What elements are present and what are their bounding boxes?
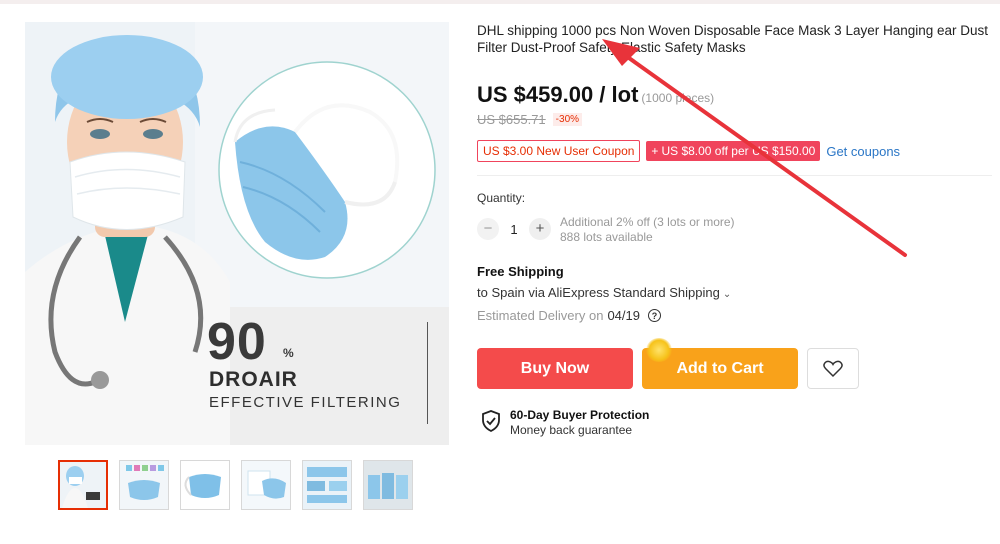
promo-subtitle: EFFECTIVE FILTERING xyxy=(209,394,402,411)
plus-icon: + xyxy=(651,144,659,158)
lots-available: 888 lots available xyxy=(560,230,653,244)
thumbnail-strip xyxy=(58,460,413,510)
shield-check-icon xyxy=(482,410,500,432)
product-price: US $459.00 / lot (1000 pieces) xyxy=(477,82,714,108)
promo-percent: % xyxy=(283,346,294,360)
delivery-date: 04/19 xyxy=(607,308,640,323)
price-unit: (1000 pieces) xyxy=(641,91,715,105)
help-icon[interactable]: ? xyxy=(648,309,661,322)
chevron-down-icon: ⌄ xyxy=(722,289,732,300)
thumbnail-6[interactable] xyxy=(363,460,413,510)
old-price-row: US $655.71 -30% xyxy=(477,112,583,127)
new-user-coupon[interactable]: US $3.00 New User Coupon xyxy=(477,140,641,162)
delivery-label: Estimated Delivery on xyxy=(477,308,604,323)
price-value: US $459.00 / lot xyxy=(477,82,639,107)
bulk-discount-note: Additional 2% off (3 lots or more) xyxy=(560,215,735,229)
divider xyxy=(477,175,992,176)
old-price: US $655.71 xyxy=(477,112,546,127)
wishlist-button[interactable] xyxy=(807,348,859,389)
shipping-method-selector[interactable]: to Spain via AliExpress Standard Shippin… xyxy=(477,285,731,300)
quantity-stepper: − 1 + xyxy=(477,218,551,240)
buyer-protection-title: 60-Day Buyer Protection xyxy=(510,408,650,422)
thumbnail-4[interactable] xyxy=(241,460,291,510)
cursor-highlight xyxy=(646,338,672,362)
get-coupons-link[interactable]: Get coupons xyxy=(826,144,900,159)
thumbnail-1[interactable] xyxy=(58,460,108,510)
store-coupon-label: US $8.00 off per US $150.00 xyxy=(661,144,816,158)
estimated-delivery: Estimated Delivery on 04/19 ? xyxy=(477,308,661,323)
heart-icon xyxy=(823,360,843,377)
store-coupon[interactable]: + US $8.00 off per US $150.00 xyxy=(646,141,821,161)
quantity-input[interactable]: 1 xyxy=(499,222,529,237)
top-strip xyxy=(0,0,1000,4)
thumbnail-2[interactable] xyxy=(119,460,169,510)
quantity-label: Quantity: xyxy=(477,191,526,205)
promo-number: 90 xyxy=(207,313,267,371)
quantity-minus-button[interactable]: − xyxy=(477,218,499,240)
quantity-note: Additional 2% off (3 lots or more) 888 l… xyxy=(560,215,735,245)
coupon-row: US $3.00 New User Coupon + US $8.00 off p… xyxy=(477,140,900,162)
promo-title: DROAIR xyxy=(209,368,298,391)
shipping-method: to Spain via AliExpress Standard Shippin… xyxy=(477,285,720,300)
thumbnail-3[interactable] xyxy=(180,460,230,510)
product-title: DHL shipping 1000 pcs Non Woven Disposab… xyxy=(477,23,989,55)
main-product-image[interactable]: 90 % DROAIR EFFECTIVE FILTERING xyxy=(25,22,449,445)
promo-divider xyxy=(427,322,428,424)
discount-badge: -30% xyxy=(552,113,583,126)
buy-now-button[interactable]: Buy Now xyxy=(477,348,633,389)
buyer-protection-subtitle: Money back guarantee xyxy=(510,423,633,437)
thumbnail-5[interactable] xyxy=(302,460,352,510)
shipping-title: Free Shipping xyxy=(477,264,564,279)
quantity-plus-button[interactable]: + xyxy=(529,218,551,240)
